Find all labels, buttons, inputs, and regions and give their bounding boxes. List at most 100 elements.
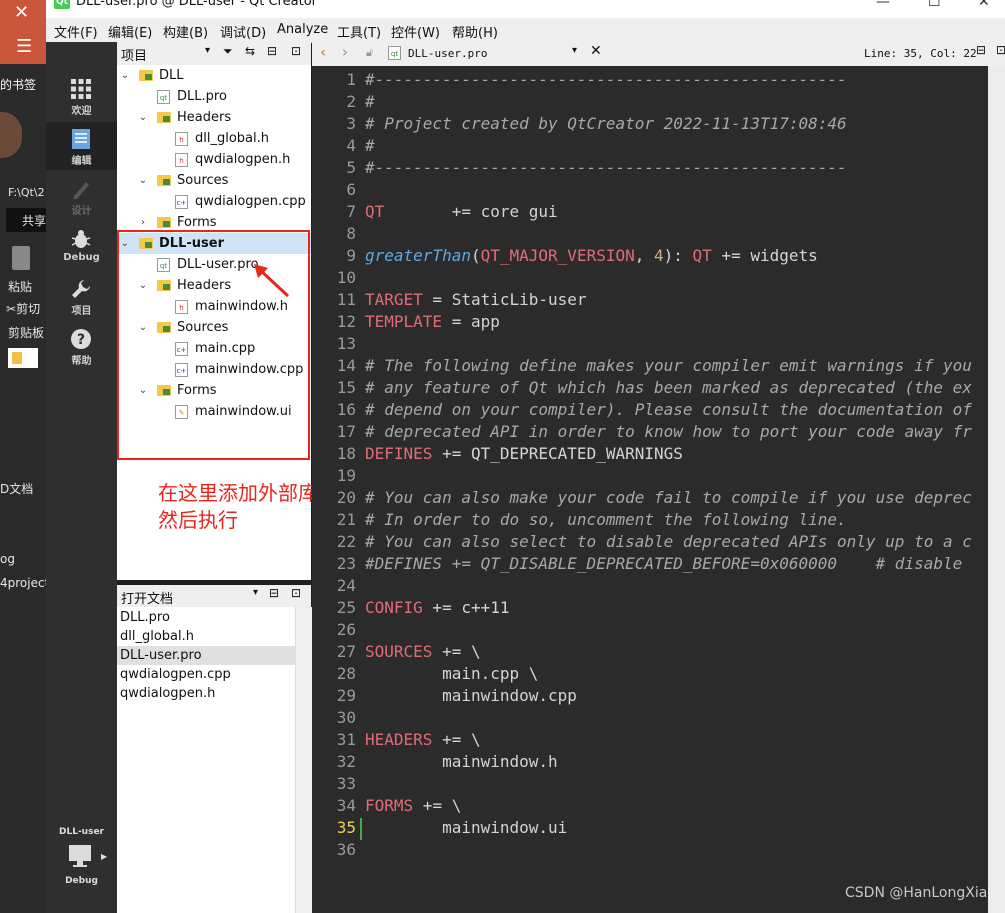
back-arrow-icon[interactable]: ‹ xyxy=(320,43,326,61)
open-document-item[interactable]: dll_global.h xyxy=(117,627,295,646)
line-number: 23 xyxy=(336,554,356,573)
split-icon[interactable]: ⊟ xyxy=(976,43,986,57)
minimize-icon[interactable]: — xyxy=(876,0,890,9)
line-number: 35 xyxy=(336,818,356,837)
code-line: # Project created by QtCreator 2022-11-1… xyxy=(365,114,847,133)
code-line: # You can also select to disable depreca… xyxy=(365,532,972,551)
tree-row-file[interactable]: qt DLL.pro xyxy=(117,86,311,107)
editor-scrollbar[interactable] xyxy=(988,66,1005,913)
dropdown-arrow-icon[interactable]: ▾ xyxy=(205,45,210,56)
menu-file[interactable]: 文件(F) xyxy=(54,22,98,41)
line-number: 33 xyxy=(336,774,356,793)
maximize-icon[interactable]: ☐ xyxy=(928,0,941,9)
chevron-down-icon[interactable]: ⌄ xyxy=(137,107,149,128)
menu-bar: 文件(F) 编辑(E) 构建(B) 调试(D) Analyze 工具(T) 控件… xyxy=(46,18,1005,43)
line-number: 19 xyxy=(336,466,356,485)
menu-help[interactable]: 帮助(H) xyxy=(452,22,498,41)
tree-row-folder[interactable]: ⌄ Headers xyxy=(117,107,311,128)
project-folder-icon xyxy=(139,70,153,81)
tree-row-folder[interactable]: ⌄ Sources xyxy=(117,170,311,191)
triangle-right-icon: ▶ xyxy=(101,852,108,861)
project-panel-title: 项目 xyxy=(121,49,148,64)
window-titlebar: Qt DLL-user.pro @ DLL-user - Qt Creator … xyxy=(46,0,1005,18)
line-number: 13 xyxy=(336,334,356,353)
mode-debug[interactable]: Debug xyxy=(46,222,117,270)
line-number: 10 xyxy=(336,268,356,287)
background-app-header: ✕ ☰ xyxy=(0,0,46,64)
svg-text:?: ? xyxy=(77,332,85,348)
bg-text: 粘贴 xyxy=(8,280,33,294)
tree-label: DLL.pro xyxy=(177,89,227,104)
line-number: 22 xyxy=(336,532,356,551)
code-line: # xyxy=(365,136,375,155)
code-line: # any feature of Qt which has been marke… xyxy=(365,378,972,397)
line-number: 30 xyxy=(336,708,356,727)
current-file-name[interactable]: DLL-user.pro xyxy=(408,47,487,60)
bg-text: 4project xyxy=(0,576,46,590)
menu-edit[interactable]: 编辑(E) xyxy=(108,22,152,41)
annotation-arrow-icon xyxy=(254,264,290,298)
header-file-icon: h xyxy=(175,153,188,167)
mode-label: 帮助 xyxy=(71,356,92,367)
menu-analyze[interactable]: Analyze xyxy=(277,22,328,37)
annotation-line: 在这里添加外部库 xyxy=(158,481,318,505)
line-number: 20 xyxy=(336,488,356,507)
mode-design[interactable]: 设计 xyxy=(46,172,117,220)
open-document-item[interactable]: DLL.pro xyxy=(117,608,295,627)
link-icon[interactable]: ⇆ xyxy=(245,44,255,58)
code-editor[interactable]: #---------------------------------------… xyxy=(360,66,988,913)
dropdown-arrow-icon[interactable]: ▾ xyxy=(253,587,258,598)
bg-text: ✂剪切 xyxy=(6,302,41,316)
lock-icon: 🔓︎ xyxy=(366,46,374,59)
open-document-item[interactable]: qwdialogpen.h xyxy=(117,684,295,703)
mode-projects[interactable]: 项目 xyxy=(46,272,117,320)
tree-label: Sources xyxy=(177,173,229,188)
menu-build[interactable]: 构建(B) xyxy=(163,22,208,41)
pro-file-icon: qt xyxy=(157,90,170,104)
chevron-down-icon[interactable]: ⌄ xyxy=(137,170,149,191)
close-window-icon[interactable]: ✕ xyxy=(978,0,990,9)
line-number: 7 xyxy=(346,202,356,221)
kit-selector[interactable]: ▶ Debug xyxy=(46,842,117,888)
code-line: #DEFINES += QT_DISABLE_DEPRECATED_BEFORE… xyxy=(365,554,963,573)
close-split-icon[interactable]: ⊡ xyxy=(996,43,1005,57)
code-line: CONFIG += c++11 xyxy=(365,598,510,617)
code-line: # depend on your compiler). Please consu… xyxy=(365,400,972,419)
tree-row-project[interactable]: ⌄ DLL xyxy=(117,65,311,86)
split-icon[interactable]: ⊟ xyxy=(269,586,279,600)
qt-logo-icon: Qt xyxy=(54,0,70,9)
open-document-item[interactable]: qwdialogpen.cpp xyxy=(117,665,295,684)
share-button[interactable]: 共享 xyxy=(6,208,46,232)
menu-debug[interactable]: 调试(D) xyxy=(220,22,266,41)
bug-icon xyxy=(71,230,91,248)
kit-project-name: DLL-user xyxy=(59,827,104,837)
open-documents-scrollbar[interactable] xyxy=(295,607,312,913)
close-panel-icon[interactable]: ⊡ xyxy=(291,586,301,600)
forward-arrow-icon[interactable]: › xyxy=(342,43,348,61)
line-number: 29 xyxy=(336,686,356,705)
chevron-down-icon[interactable]: ⌄ xyxy=(119,65,131,86)
mode-edit[interactable]: 编辑 xyxy=(46,122,117,170)
split-icon[interactable]: ⊟ xyxy=(267,44,277,58)
open-document-item[interactable]: DLL-user.pro xyxy=(117,646,295,665)
tree-row-file[interactable]: h qwdialogpen.h xyxy=(117,149,311,170)
filter-icon[interactable]: ⏷ xyxy=(223,44,233,59)
tree-row-file[interactable]: c+ qwdialogpen.cpp xyxy=(117,191,311,212)
close-document-icon[interactable]: ✕ xyxy=(590,43,602,59)
headers-folder-icon xyxy=(157,112,171,123)
line-number: 28 xyxy=(336,664,356,683)
mode-help[interactable]: ? 帮助 xyxy=(46,322,117,370)
open-documents-title: 打开文档 xyxy=(121,592,174,607)
menu-tools[interactable]: 工具(T) xyxy=(337,22,381,41)
close-panel-icon[interactable]: ⊡ xyxy=(291,44,301,58)
mode-welcome[interactable]: 欢迎 xyxy=(46,72,117,120)
line-number: 14 xyxy=(336,356,356,375)
hamburger-icon[interactable]: ☰ xyxy=(16,36,32,57)
tree-row-file[interactable]: h dll_global.h xyxy=(117,128,311,149)
file-dropdown-icon[interactable]: ▾ xyxy=(572,45,577,56)
bg-text: D文档 xyxy=(0,482,34,496)
kit-config: Debug xyxy=(65,876,98,886)
menu-widgets[interactable]: 控件(W) xyxy=(391,22,440,41)
code-line: #---------------------------------------… xyxy=(365,158,847,177)
close-icon[interactable]: ✕ xyxy=(14,2,29,23)
